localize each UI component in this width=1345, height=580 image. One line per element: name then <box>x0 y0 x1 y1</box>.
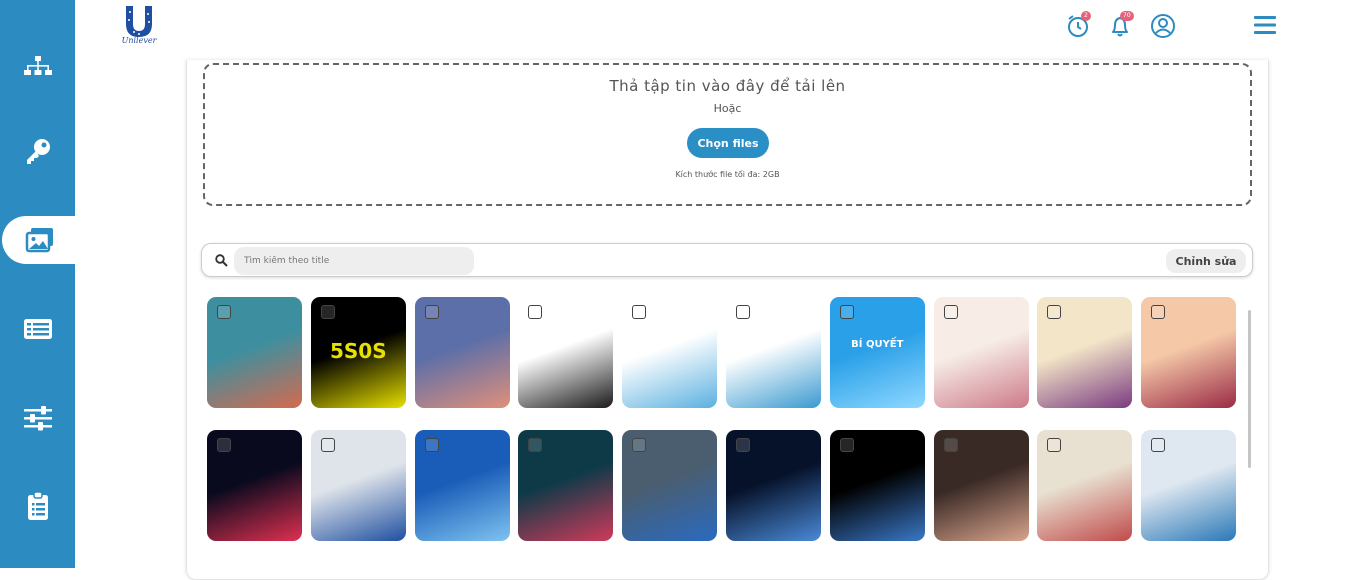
gallery-image-unilever-sign[interactable] <box>622 430 718 541</box>
select-checkbox[interactable] <box>632 438 647 452</box>
sitemap-icon <box>23 56 52 75</box>
select-checkbox[interactable] <box>1151 305 1166 319</box>
nav-list[interactable] <box>0 305 75 353</box>
thumbnail-text: 5S0S <box>329 339 387 363</box>
unilever-logo[interactable]: Unilever <box>116 4 162 48</box>
images-icon <box>25 228 53 253</box>
gallery-scrollbar[interactable] <box>1248 310 1251 468</box>
gallery-image-pink-sky[interactable] <box>414 297 510 408</box>
dropzone-or: Hoặc <box>713 102 742 115</box>
gallery-image-woman-portrait[interactable] <box>933 430 1029 541</box>
select-checkbox[interactable] <box>1151 438 1166 452</box>
select-checkbox[interactable] <box>736 438 750 452</box>
nav-sitemap[interactable] <box>0 44 75 92</box>
nav-images[interactable] <box>2 216 77 264</box>
select-checkbox[interactable] <box>424 438 439 452</box>
thumbnail-text: BÍ QUYẾT <box>851 339 904 350</box>
unilever-u-icon <box>126 6 152 37</box>
select-checkbox[interactable] <box>320 438 335 452</box>
gallery-image-stock-chart[interactable] <box>518 430 614 541</box>
clipboard-icon <box>27 491 48 520</box>
gallery-image-cosmetics-banner[interactable] <box>933 297 1029 408</box>
select-checkbox[interactable] <box>217 438 231 452</box>
choose-files-button[interactable]: Chọn files <box>687 128 769 158</box>
max-size-note: Kích thước file tối đa: 2GB <box>675 170 780 179</box>
gallery-image-5s0s-logo[interactable]: 5S0S <box>310 297 406 408</box>
user-circle-icon <box>1151 14 1175 38</box>
gallery-image-bi-quyet-banner[interactable]: BÍ QUYẾT <box>829 297 925 408</box>
select-checkbox[interactable] <box>632 305 647 319</box>
select-checkbox[interactable] <box>217 305 231 319</box>
nav-sliders[interactable] <box>0 394 75 442</box>
alarm-badge: 2 <box>1081 11 1091 21</box>
image-gallery: 5S0S BÍ QUYẾT <box>207 297 1247 547</box>
select-checkbox[interactable] <box>943 305 958 319</box>
gallery-image-presentation[interactable] <box>1141 430 1237 541</box>
gallery-image-product-ad[interactable] <box>1037 297 1133 408</box>
list-icon <box>23 319 52 339</box>
nav-clipboard[interactable] <box>0 482 75 530</box>
select-checkbox[interactable] <box>839 305 854 319</box>
search-icon <box>215 254 228 267</box>
select-checkbox[interactable] <box>528 438 543 452</box>
gallery-image-unilever-man[interactable] <box>310 430 406 541</box>
account-button[interactable] <box>1150 13 1176 39</box>
select-checkbox[interactable] <box>943 438 958 452</box>
menu-button[interactable] <box>1254 15 1276 35</box>
hamburger-icon <box>1254 16 1276 34</box>
edit-button[interactable]: Chỉnh sửa <box>1166 249 1246 273</box>
gallery-image-supermarket[interactable] <box>1037 430 1133 541</box>
select-checkbox[interactable] <box>736 305 750 319</box>
search-bar: Chỉnh sửa <box>201 243 1253 277</box>
sidebar <box>0 0 77 568</box>
gallery-image-alien-landscape[interactable] <box>207 297 302 408</box>
upload-dropzone[interactable]: Thả tập tin vào đây để tải lên Hoặc Chọn… <box>203 63 1252 206</box>
gallery-image-exhibition-booth[interactable] <box>207 430 302 541</box>
sliders-icon <box>23 406 52 431</box>
select-checkbox[interactable] <box>1047 438 1062 452</box>
gallery-image-unilever-black[interactable] <box>829 430 925 541</box>
gallery-image-robot-tech[interactable] <box>414 430 510 541</box>
select-checkbox[interactable] <box>320 305 335 319</box>
select-checkbox[interactable] <box>1047 305 1062 319</box>
gallery-image-body-infographic[interactable] <box>726 297 821 408</box>
search-input[interactable] <box>234 247 474 275</box>
logo-text: Unilever <box>121 36 157 45</box>
notification-badge: 70 <box>1120 11 1134 21</box>
gallery-image-globe-network[interactable] <box>726 430 821 541</box>
dropzone-title: Thả tập tin vào đây để tải lên <box>609 77 846 95</box>
alarm-button[interactable]: 2 <box>1066 11 1092 39</box>
key-icon <box>26 139 50 164</box>
gallery-image-woman-flowers[interactable] <box>1141 297 1237 408</box>
nav-key[interactable] <box>0 128 75 176</box>
notification-button[interactable]: 70 <box>1108 11 1134 39</box>
select-checkbox[interactable] <box>528 305 543 319</box>
gallery-image-water-dispenser[interactable] <box>518 297 614 408</box>
gallery-image-water-infographic[interactable] <box>622 297 718 408</box>
select-checkbox[interactable] <box>424 305 439 319</box>
select-checkbox[interactable] <box>839 438 854 452</box>
